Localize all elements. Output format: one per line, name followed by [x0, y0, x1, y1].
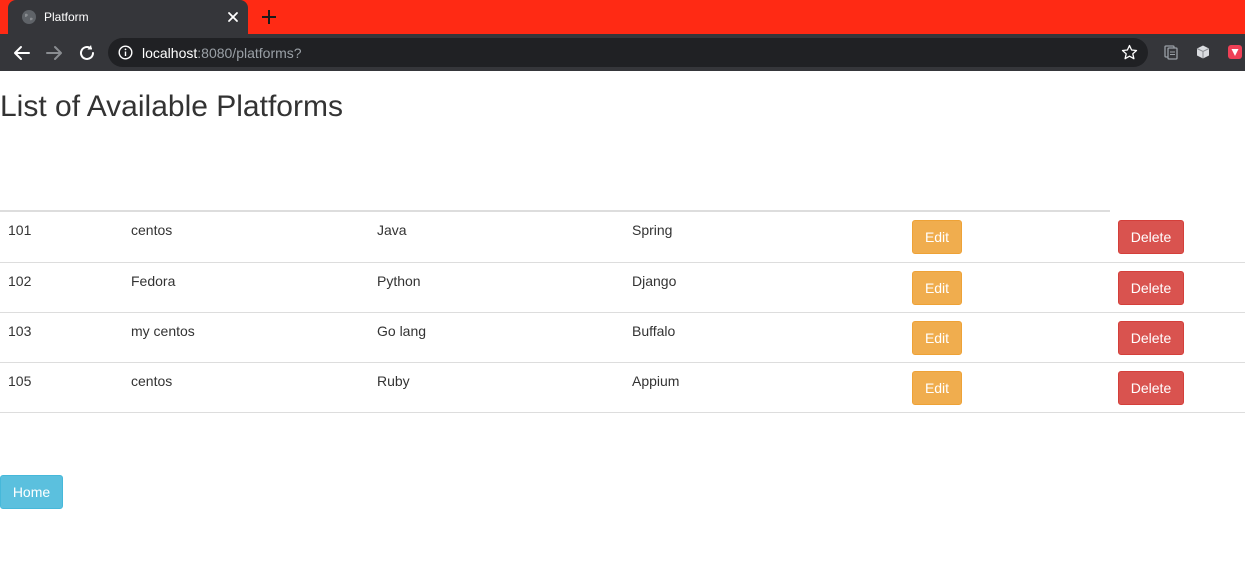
platform-language-cell: Java: [369, 212, 624, 263]
table-row: 103 my centos Go lang Buffalo Edit Delete: [0, 312, 1245, 363]
platform-name-cell: Fedora: [123, 262, 369, 313]
page-title: List of Available Platforms: [0, 90, 343, 123]
platform-framework-cell: Appium: [624, 362, 904, 413]
edit-cell: Edit: [904, 312, 1110, 363]
url-host: localhost: [142, 45, 198, 61]
address-bar[interactable]: localhost:8080/platforms?: [108, 38, 1148, 67]
cube-extension-icon[interactable]: [1195, 44, 1211, 60]
platform-framework-cell: Django: [624, 262, 904, 313]
table-row: 102 Fedora Python Django Edit Delete: [0, 262, 1245, 313]
platform-language-cell: Go lang: [369, 312, 624, 363]
table-row: 105 centos Ruby Appium Edit Delete: [0, 362, 1245, 413]
star-icon[interactable]: [1121, 44, 1138, 61]
platform-name-cell: centos: [123, 362, 369, 413]
platform-id-cell: 102: [0, 262, 123, 313]
platform-name-cell: my centos: [123, 312, 369, 363]
back-arrow-icon[interactable]: [11, 42, 33, 64]
platform-id-cell: 103: [0, 312, 123, 363]
tab-strip: Platform: [0, 0, 1245, 34]
forward-arrow-icon[interactable]: [43, 42, 65, 64]
tab-title: Platform: [44, 10, 89, 24]
plus-icon[interactable]: [259, 7, 279, 27]
platform-name-cell: centos: [123, 212, 369, 263]
home-button[interactable]: Home: [0, 475, 63, 509]
table-row: 101 centos Java Spring Edit Delete: [0, 212, 1245, 263]
delete-button[interactable]: Delete: [1118, 270, 1184, 305]
edit-button[interactable]: Edit: [912, 270, 962, 305]
info-icon[interactable]: [118, 45, 133, 60]
platform-id-cell: 101: [0, 212, 123, 263]
document-extension-icon[interactable]: [1163, 44, 1179, 60]
delete-button[interactable]: Delete: [1118, 370, 1184, 405]
edit-button[interactable]: Edit: [912, 320, 962, 355]
platform-language-cell: Ruby: [369, 362, 624, 413]
delete-cell: Delete: [1110, 362, 1245, 413]
edit-cell: Edit: [904, 362, 1110, 413]
delete-cell: Delete: [1110, 212, 1245, 263]
browser-toolbar: localhost:8080/platforms?: [0, 34, 1245, 71]
platform-framework-cell: Buffalo: [624, 312, 904, 363]
delete-cell: Delete: [1110, 262, 1245, 313]
browser-tab[interactable]: Platform: [8, 0, 248, 34]
edit-button[interactable]: Edit: [912, 220, 962, 254]
platform-language-cell: Python: [369, 262, 624, 313]
reload-icon[interactable]: [76, 42, 98, 64]
platforms-table: 101 centos Java Spring Edit Delete 102 Fedora Py…: [0, 212, 1245, 413]
shield-extension-icon[interactable]: [1227, 44, 1243, 60]
globe-icon: [22, 10, 36, 24]
edit-cell: Edit: [904, 212, 1110, 263]
edit-button[interactable]: Edit: [912, 370, 962, 405]
platform-framework-cell: Spring: [624, 212, 904, 263]
delete-cell: Delete: [1110, 312, 1245, 363]
close-icon[interactable]: [224, 8, 242, 26]
url-path: :8080/platforms?: [197, 45, 302, 61]
delete-button[interactable]: Delete: [1118, 320, 1184, 355]
edit-cell: Edit: [904, 262, 1110, 313]
platform-id-cell: 105: [0, 362, 123, 413]
delete-button[interactable]: Delete: [1118, 220, 1184, 254]
url-text: localhost:8080/platforms?: [142, 45, 302, 61]
